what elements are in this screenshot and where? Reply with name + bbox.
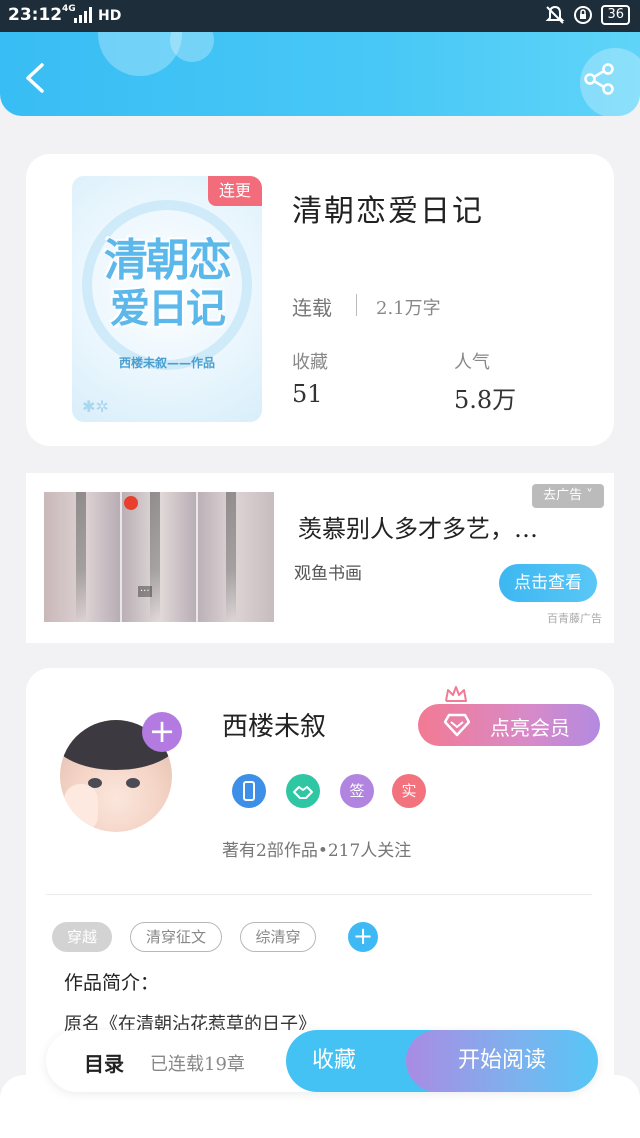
book-status: 连载 xyxy=(292,296,332,320)
handshake-badge-icon[interactable] xyxy=(286,774,320,808)
tag-qing-fanfic[interactable]: 综清穿 xyxy=(240,922,316,952)
ad-source: 百青藤广告 xyxy=(547,612,602,625)
ad-image-caption: ··· xyxy=(138,586,152,597)
vip-button-label: 点亮会员 xyxy=(490,716,570,740)
ad-image-divider xyxy=(120,492,122,622)
cover-author: 西楼未叙——作品 xyxy=(118,356,215,370)
diamond-icon xyxy=(444,713,470,737)
book-title: 清朝恋爱日记 xyxy=(292,194,484,229)
top-header xyxy=(0,32,640,116)
light-up-vip-button[interactable]: 点亮会员 xyxy=(418,704,600,746)
section-divider xyxy=(46,894,592,895)
ad-image-detail xyxy=(76,492,86,622)
book-cover[interactable]: 清朝恋 爱日记 西楼未叙——作品 ✱✲ xyxy=(72,176,262,422)
avatar-hand xyxy=(64,784,98,832)
ad-logo-icon xyxy=(124,496,138,510)
start-reading-button[interactable]: 开始阅读 xyxy=(406,1030,598,1092)
mute-bell-icon xyxy=(546,5,565,24)
ad-image-detail xyxy=(226,492,236,622)
tag-qing-contest[interactable]: 清穿征文 xyxy=(130,922,222,952)
back-arrow-icon[interactable] xyxy=(22,62,50,94)
real-name-badge[interactable]: 实 xyxy=(392,774,426,808)
remove-ad-button[interactable]: 去广告 ˅ xyxy=(532,484,604,508)
status-divider xyxy=(356,294,357,316)
crown-icon xyxy=(445,686,467,702)
chapter-count[interactable]: 已连载19章 xyxy=(150,1050,245,1076)
handshake-icon xyxy=(293,786,313,799)
status-bar: 23:12 4G HD 36 xyxy=(0,0,640,32)
ad-banner[interactable]: ··· 去广告 ˅ 羡慕别人多才多艺，… 观鱼书画 点击查看 百青藤广告 xyxy=(26,473,614,643)
ad-image-detail xyxy=(150,492,160,622)
ad-brand: 观鱼书画 xyxy=(294,564,362,584)
collect-label: 收藏 xyxy=(292,352,328,373)
status-time: 23:12 xyxy=(8,5,63,25)
book-info-card: 清朝恋 爱日记 西楼未叙——作品 ✱✲ 连更 清朝恋爱日记 连载 2.1万字 收… xyxy=(26,154,614,446)
author-name[interactable]: 西楼未叙 xyxy=(222,706,326,743)
word-count: 2.1万字 xyxy=(376,298,441,319)
popularity-value: 5.8万 xyxy=(454,386,517,414)
toc-button[interactable]: 目录 xyxy=(84,1048,124,1077)
intro-heading: 作品简介： xyxy=(64,972,160,994)
cover-title-line2: 爱日记 xyxy=(110,286,226,332)
ad-title[interactable]: 羡慕别人多才多艺，… xyxy=(298,509,568,544)
share-icon[interactable] xyxy=(582,62,616,96)
tag-time-travel[interactable]: 穿越 xyxy=(52,922,112,952)
ad-view-button[interactable]: 点击查看 xyxy=(499,564,597,602)
hd-indicator: HD xyxy=(98,8,122,24)
snowflake-icon: ✱✲ xyxy=(82,397,109,416)
phone-verified-badge-icon[interactable] xyxy=(232,774,266,808)
follow-plus-button[interactable]: + xyxy=(142,712,182,752)
popularity-label: 人气 xyxy=(454,352,490,373)
signal-icon xyxy=(74,7,92,23)
signed-badge[interactable]: 签 xyxy=(340,774,374,808)
header-bubble-decoration xyxy=(170,32,214,62)
lock-rotation-icon xyxy=(574,6,593,24)
bottom-action-bar: 目录 已连载19章 收藏 开始阅读 xyxy=(46,1030,598,1092)
battery-icon: 36 xyxy=(601,5,630,25)
author-meta: 著有2部作品•217人关注 xyxy=(222,841,412,861)
phone-icon xyxy=(243,781,255,801)
serialized-tag: 连更 xyxy=(208,176,262,206)
add-tag-button[interactable]: + xyxy=(348,922,378,952)
ad-image-divider xyxy=(196,492,198,622)
ad-image[interactable]: ··· xyxy=(44,492,274,622)
collect-value: 51 xyxy=(292,380,323,408)
avatar-eye xyxy=(126,778,140,788)
